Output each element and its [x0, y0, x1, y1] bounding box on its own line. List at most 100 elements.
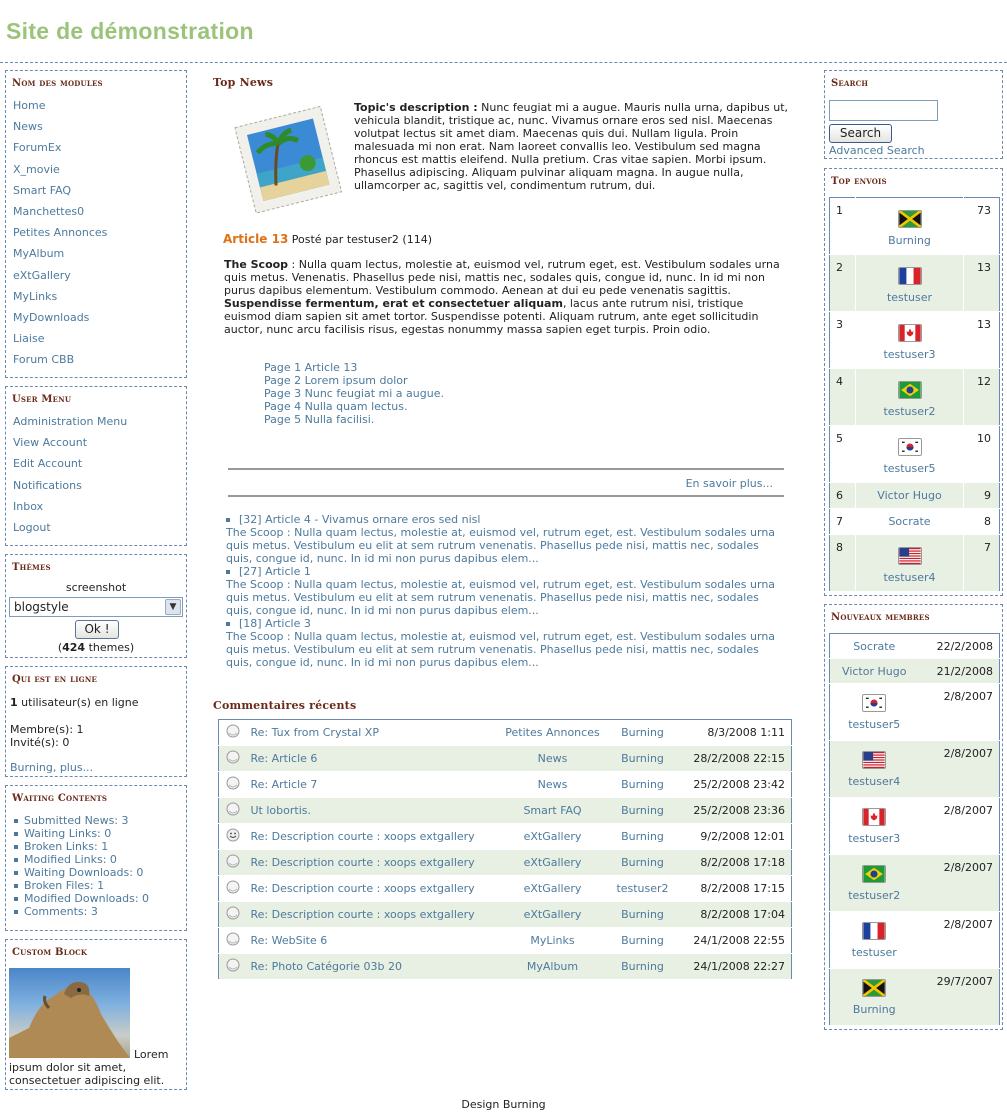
comment-user-link[interactable]: Burning	[621, 726, 664, 739]
chevron-down-icon[interactable]: ▼	[165, 599, 181, 615]
waiting-link[interactable]: Submitted News: 3	[24, 814, 129, 827]
waiting-item[interactable]: Waiting Downloads: 0	[14, 866, 186, 879]
new-member-name[interactable]: Victor Hugo	[830, 665, 919, 678]
top-poster-name[interactable]: testuser	[856, 291, 963, 304]
article-page-link[interactable]: Page 4 Nulla quam lectus.	[264, 400, 444, 413]
comment-row[interactable]: Re: Photo Catégorie 03b 20 MyAlbum Burning…	[218, 953, 792, 980]
article-page-link[interactable]: Page 5 Nulla facilisi.	[264, 413, 444, 426]
module-item[interactable]: Forum CBB	[13, 349, 180, 370]
article-13-link[interactable]: Article 13	[223, 232, 288, 246]
top-poster-name[interactable]: testuser2	[856, 405, 963, 418]
waiting-item[interactable]: Waiting Links: 0	[14, 827, 186, 840]
comment-title-link[interactable]: Re: Photo Catégorie 03b 20	[251, 960, 403, 973]
module-item[interactable]: Liaise	[13, 328, 180, 349]
comment-row[interactable]: Re: Article 6 News Burning 28/2/2008 22:15	[218, 745, 792, 772]
waiting-item[interactable]: Comments: 3	[14, 905, 186, 918]
comment-row[interactable]: Re: Tux from Crystal XP Petites Annonces B…	[218, 719, 792, 746]
comment-row[interactable]: Re: Description courte : xoops extgaller…	[218, 849, 792, 876]
module-item[interactable]: Petites Annonces	[13, 222, 180, 243]
waiting-item[interactable]: Broken Files: 1	[14, 879, 186, 892]
comment-user-link[interactable]: Burning	[621, 804, 664, 817]
top-poster-name[interactable]: testuser5	[856, 462, 963, 475]
waiting-item[interactable]: Modified Links: 0	[14, 853, 186, 866]
comment-title-link[interactable]: Re: Description courte : xoops extgaller…	[251, 882, 475, 895]
module-link[interactable]: Home	[13, 99, 45, 112]
module-link[interactable]: Smart FAQ	[13, 184, 71, 197]
waiting-item[interactable]: Broken Links: 1	[14, 840, 186, 853]
comment-module-link[interactable]: eXtGallery	[524, 908, 582, 921]
module-link[interactable]: MyAlbum	[13, 247, 64, 260]
top-poster-name[interactable]: Socrate	[856, 515, 963, 528]
comment-title-link[interactable]: Re: WebSite 6	[251, 934, 328, 947]
module-link[interactable]: X_movie	[13, 163, 60, 176]
new-member-name[interactable]: testuser5	[830, 718, 919, 731]
waiting-item[interactable]: Modified Downloads: 0	[14, 892, 186, 905]
module-link[interactable]: MyLinks	[13, 290, 57, 303]
module-item[interactable]: MyAlbum	[13, 243, 180, 264]
comment-title-link[interactable]: Ut lobortis.	[251, 804, 311, 817]
user-menu-link[interactable]: Administration Menu	[13, 415, 127, 428]
comment-user-link[interactable]: Burning	[621, 908, 664, 921]
user-menu-link[interactable]: Edit Account	[13, 457, 82, 470]
article-page-link[interactable]: Page 1 Article 13	[264, 361, 444, 374]
comment-row[interactable]: Re: Description courte : xoops extgaller…	[218, 823, 792, 850]
comment-row[interactable]: Re: Description courte : xoops extgaller…	[218, 901, 792, 928]
comment-title-link[interactable]: Re: Article 6	[251, 752, 318, 765]
module-link[interactable]: Liaise	[13, 332, 44, 345]
comment-user-link[interactable]: testuser2	[616, 882, 668, 895]
module-link[interactable]: Forum CBB	[13, 353, 74, 366]
module-link[interactable]: Petites Annonces	[13, 226, 107, 239]
top-poster-name[interactable]: testuser4	[856, 571, 963, 584]
waiting-link[interactable]: Comments: 3	[24, 905, 98, 918]
comment-module-link[interactable]: Petites Annonces	[505, 726, 599, 739]
user-menu-item[interactable]: View Account	[13, 432, 180, 453]
comment-row[interactable]: Ut lobortis. Smart FAQ Burning 25/2/2008 23…	[218, 797, 792, 824]
waiting-link[interactable]: Broken Links: 1	[24, 840, 108, 853]
waiting-item[interactable]: Submitted News: 3	[14, 814, 186, 827]
waiting-link[interactable]: Waiting Links: 0	[24, 827, 111, 840]
top-poster-name[interactable]: Burning	[856, 234, 963, 247]
module-item[interactable]: ForumEx	[13, 137, 180, 158]
comment-title-link[interactable]: Re: Description courte : xoops extgaller…	[251, 856, 475, 869]
user-menu-item[interactable]: Logout	[13, 517, 180, 538]
comment-title-link[interactable]: Re: Tux from Crystal XP	[251, 726, 379, 739]
top-poster-name[interactable]: Victor Hugo	[856, 489, 963, 502]
module-item[interactable]: MyLinks	[13, 286, 180, 307]
comment-module-link[interactable]: eXtGallery	[524, 830, 582, 843]
module-link[interactable]: ForumEx	[13, 141, 61, 154]
more-article-link[interactable]: [32] Article 4 - Vivamus ornare eros sed…	[239, 513, 480, 526]
top-poster-name[interactable]: testuser3	[856, 348, 963, 361]
user-menu-link[interactable]: View Account	[13, 436, 87, 449]
module-item[interactable]: Home	[13, 95, 180, 116]
comment-user-link[interactable]: Burning	[621, 778, 664, 791]
new-member-name[interactable]: testuser	[830, 946, 919, 959]
comment-module-link[interactable]: eXtGallery	[524, 856, 582, 869]
new-member-name[interactable]: Socrate	[830, 640, 919, 653]
user-menu-item[interactable]: Administration Menu	[13, 411, 180, 432]
comment-module-link[interactable]: Smart FAQ	[523, 804, 581, 817]
more-article-link[interactable]: [27] Article 1	[239, 565, 311, 578]
comment-title-link[interactable]: Re: Description courte : xoops extgaller…	[251, 830, 475, 843]
comment-title-link[interactable]: Re: Description courte : xoops extgaller…	[251, 908, 475, 921]
comment-user-link[interactable]: Burning	[621, 856, 664, 869]
module-link[interactable]: eXtGallery	[13, 269, 71, 282]
comment-module-link[interactable]: MyLinks	[530, 934, 574, 947]
module-item[interactable]: eXtGallery	[13, 265, 180, 286]
article-page-link[interactable]: Page 2 Lorem ipsum dolor	[264, 374, 444, 387]
online-more-link[interactable]: Burning, plus...	[10, 761, 93, 774]
new-member-name[interactable]: testuser3	[830, 832, 919, 845]
search-input[interactable]	[829, 100, 938, 121]
waiting-link[interactable]: Modified Links: 0	[24, 853, 117, 866]
comment-module-link[interactable]: News	[538, 752, 568, 765]
user-menu-link[interactable]: Inbox	[13, 500, 43, 513]
comment-row[interactable]: Re: Article 7 News Burning 25/2/2008 23:42	[218, 771, 792, 798]
new-member-name[interactable]: Burning	[830, 1003, 919, 1016]
module-item[interactable]: Manchettes0	[13, 201, 180, 222]
theme-select[interactable]: blogstyle ▼	[9, 597, 183, 617]
article-page-link[interactable]: Page 3 Nunc feugiat mi a augue.	[264, 387, 444, 400]
module-item[interactable]: MyDownloads	[13, 307, 180, 328]
module-link[interactable]: Manchettes0	[13, 205, 84, 218]
comment-user-link[interactable]: Burning	[621, 752, 664, 765]
user-menu-link[interactable]: Notifications	[13, 479, 82, 492]
user-menu-item[interactable]: Notifications	[13, 475, 180, 496]
